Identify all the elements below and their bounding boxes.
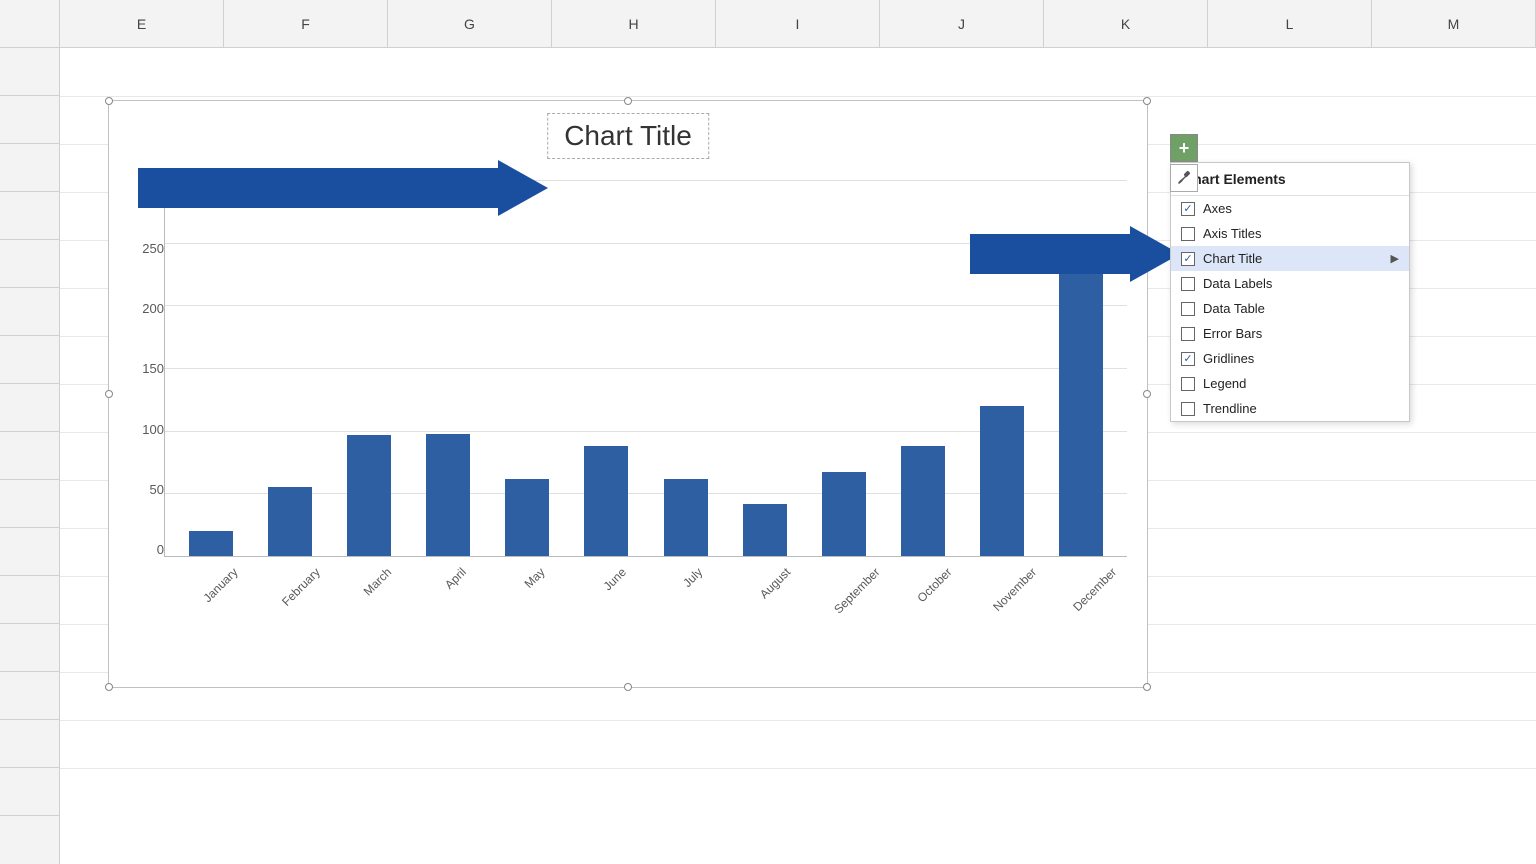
panel-item-label: Trendline <box>1203 401 1399 416</box>
checkbox-gridlines[interactable] <box>1181 352 1195 366</box>
col-header-g: G <box>388 0 552 47</box>
handle-tc[interactable] <box>624 97 632 105</box>
chart-format-button[interactable] <box>1170 164 1198 192</box>
handle-bl[interactable] <box>105 683 113 691</box>
panel-item-label: Gridlines <box>1203 351 1399 366</box>
checkbox-error-bars[interactable] <box>1181 327 1195 341</box>
checkbox-data-table[interactable] <box>1181 302 1195 316</box>
chart-elements-button[interactable]: + <box>1170 134 1198 162</box>
header-spacer <box>0 0 60 47</box>
col-header-i: I <box>716 0 880 47</box>
bar-group-july <box>650 181 721 556</box>
x-label-december: December <box>1046 565 1117 579</box>
handle-bc[interactable] <box>624 683 632 691</box>
panel-item-label: Data Table <box>1203 301 1399 316</box>
panel-item-data-labels[interactable]: Data Labels <box>1171 271 1409 296</box>
spreadsheet: E F G H I J K L M <box>0 0 1536 864</box>
bar-group-october <box>888 181 959 556</box>
panel-item-label: Legend <box>1203 376 1399 391</box>
plus-icon: + <box>1179 139 1190 157</box>
handle-tr[interactable] <box>1143 97 1151 105</box>
panel-item-label: Axes <box>1203 201 1399 216</box>
x-label-march: March <box>333 565 404 579</box>
x-label-august: August <box>729 565 800 579</box>
panel-item-legend[interactable]: Legend <box>1171 371 1409 396</box>
handle-tl[interactable] <box>105 97 113 105</box>
x-label-november: November <box>967 565 1038 579</box>
panel-item-error-bars[interactable]: Error Bars <box>1171 321 1409 346</box>
x-label-february: February <box>253 565 324 579</box>
panel-item-label: Chart Title <box>1203 251 1391 266</box>
submenu-arrow-icon: ▶ <box>1391 252 1399 265</box>
bar-group-may <box>492 181 563 556</box>
checkbox-axes[interactable] <box>1181 202 1195 216</box>
panel-items: Axes Axis Titles Chart Title▶ Data Labels Da… <box>1171 196 1409 421</box>
x-label-october: October <box>887 565 958 579</box>
handle-br[interactable] <box>1143 683 1151 691</box>
panel-item-label: Axis Titles <box>1203 226 1399 241</box>
bar-march <box>347 435 391 556</box>
checkbox-data-labels[interactable] <box>1181 277 1195 291</box>
col-header-e: E <box>60 0 224 47</box>
bar-february <box>268 487 312 556</box>
brush-icon <box>1176 170 1192 186</box>
col-header-h: H <box>552 0 716 47</box>
bar-november <box>980 406 1024 556</box>
panel-item-data-table[interactable]: Data Table <box>1171 296 1409 321</box>
x-label-june: June <box>570 565 641 579</box>
x-label-april: April <box>412 565 483 579</box>
arrow-to-chart-title <box>128 148 548 228</box>
arrow-to-panel <box>960 214 1190 294</box>
column-headers: E F G H I J K L M <box>0 0 1536 48</box>
bar-group-march <box>333 181 404 556</box>
x-label-september: September <box>808 565 879 579</box>
bar-july <box>664 479 708 557</box>
bar-group-february <box>254 181 325 556</box>
col-header-l: L <box>1208 0 1372 47</box>
bar-group-august <box>729 181 800 556</box>
col-header-j: J <box>880 0 1044 47</box>
bar-june <box>584 446 628 556</box>
bar-group-september <box>808 181 879 556</box>
bar-august <box>743 504 787 557</box>
panel-item-chart-title[interactable]: Chart Title▶ <box>1171 246 1409 271</box>
x-label-january: January <box>174 565 245 579</box>
checkbox-legend[interactable] <box>1181 377 1195 391</box>
chart-title[interactable]: Chart Title <box>547 113 709 159</box>
chart-elements-panel: Chart Elements Axes Axis Titles Chart Titl… <box>1170 162 1410 422</box>
panel-item-trendline[interactable]: Trendline <box>1171 396 1409 421</box>
bar-may <box>505 479 549 557</box>
x-label-may: May <box>491 565 562 579</box>
col-header-m: M <box>1372 0 1536 47</box>
bar-group-april <box>413 181 484 556</box>
bar-january <box>189 531 233 556</box>
panel-item-axes[interactable]: Axes <box>1171 196 1409 221</box>
x-axis-labels: January February March April May June July Augu… <box>164 557 1127 677</box>
bar-october <box>901 446 945 556</box>
grid-cells[interactable]: Chart Title 300 250 200 150 100 50 0 Jan… <box>60 48 1536 864</box>
grid-body: Chart Title 300 250 200 150 100 50 0 Jan… <box>0 48 1536 864</box>
x-label-july: July <box>650 565 721 579</box>
handle-mr[interactable] <box>1143 390 1151 398</box>
bar-group-january <box>175 181 246 556</box>
bar-september <box>822 472 866 556</box>
panel-item-axis-titles[interactable]: Axis Titles <box>1171 221 1409 246</box>
panel-item-label: Error Bars <box>1203 326 1399 341</box>
checkbox-chart-title[interactable] <box>1181 252 1195 266</box>
y-axis-labels: 300 250 200 150 100 50 0 <box>119 181 164 557</box>
panel-item-label: Data Labels <box>1203 276 1399 291</box>
row-numbers <box>0 48 60 864</box>
col-header-k: K <box>1044 0 1208 47</box>
panel-header: Chart Elements <box>1171 163 1409 196</box>
handle-ml[interactable] <box>105 390 113 398</box>
panel-item-gridlines[interactable]: Gridlines <box>1171 346 1409 371</box>
bar-april <box>426 434 470 557</box>
col-header-f: F <box>224 0 388 47</box>
checkbox-trendline[interactable] <box>1181 402 1195 416</box>
checkbox-axis-titles[interactable] <box>1181 227 1195 241</box>
bar-group-june <box>571 181 642 556</box>
